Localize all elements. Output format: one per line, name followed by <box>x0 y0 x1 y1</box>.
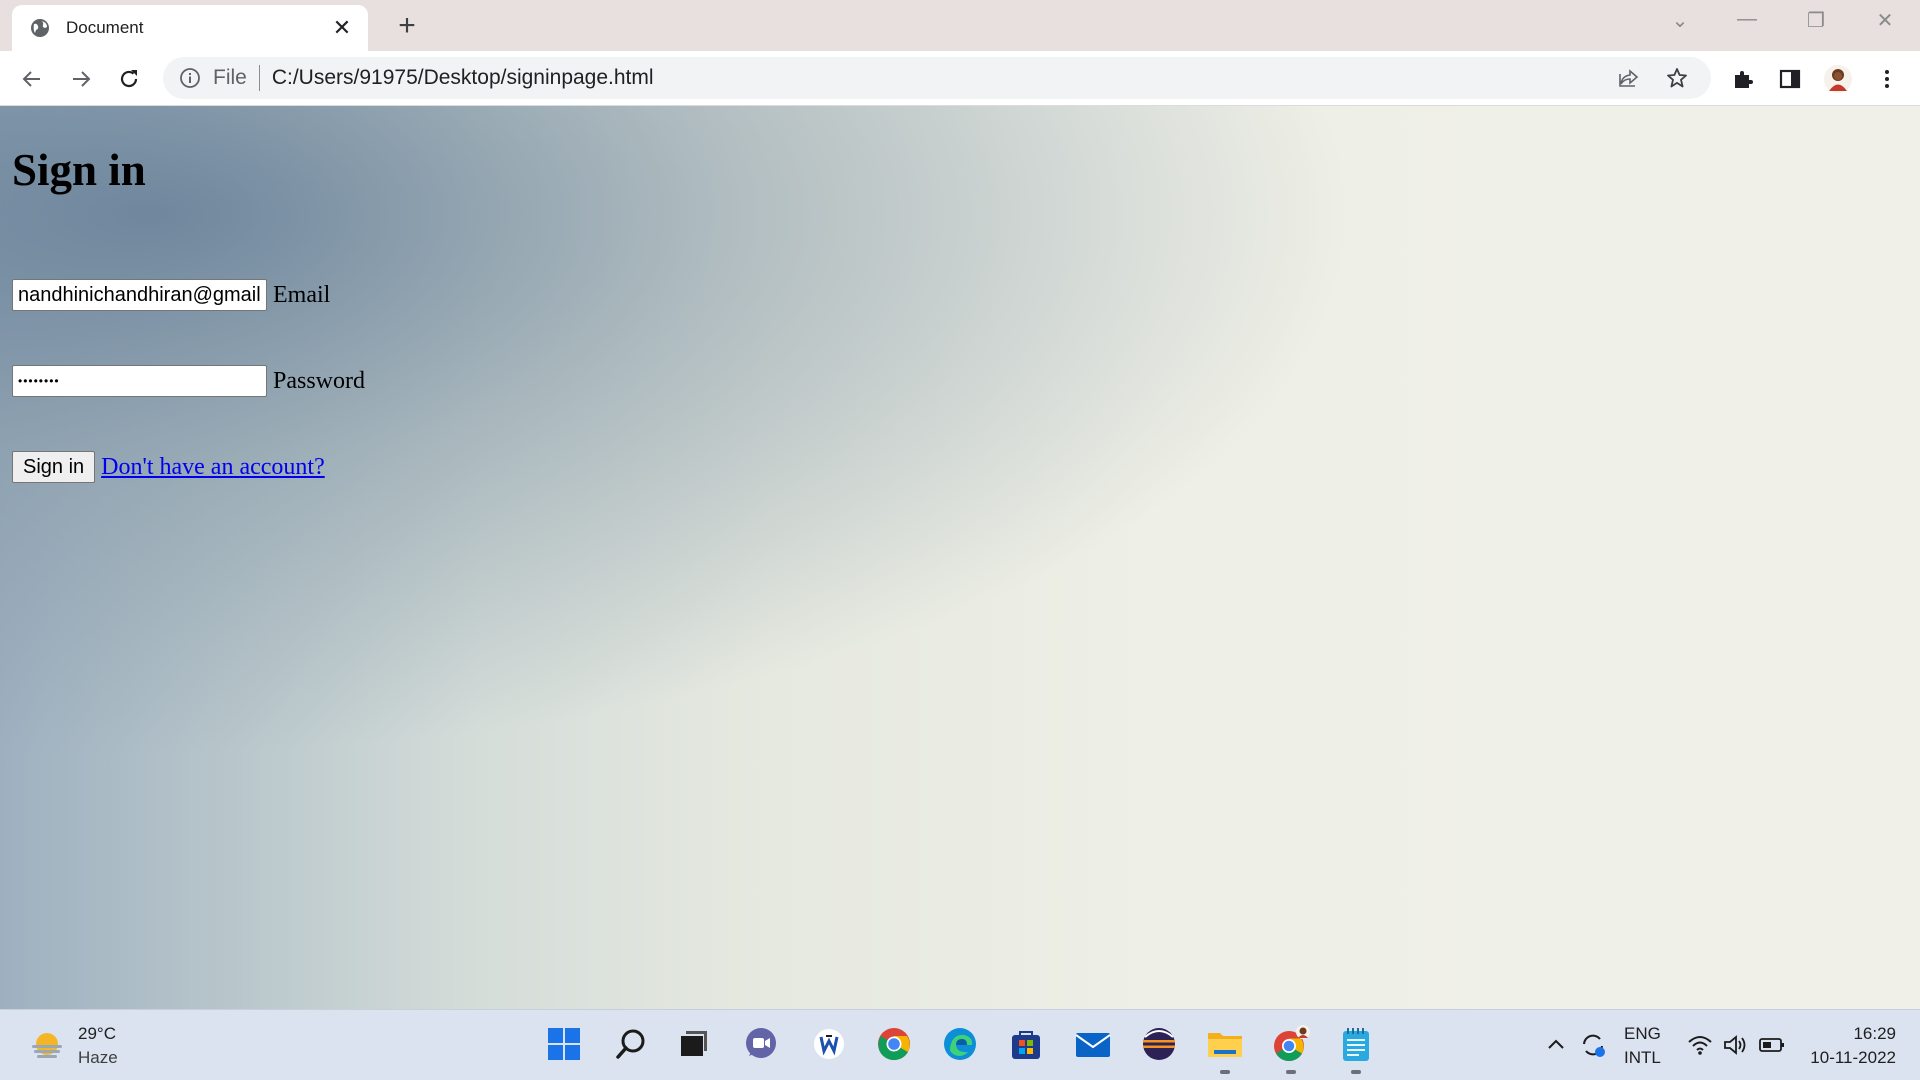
password-field[interactable]: •••••••• <box>12 365 267 397</box>
edge-icon <box>944 1028 976 1060</box>
side-panel-button[interactable] <box>1774 63 1806 95</box>
actions-row: Sign in Don't have an account? <box>12 451 325 483</box>
browser-menu-button[interactable] <box>1871 63 1903 95</box>
extensions-icon <box>1735 71 1753 88</box>
eclipse-button[interactable] <box>1139 1024 1179 1064</box>
keyboard-layout: INTL <box>1624 1048 1661 1067</box>
tab-search-button[interactable]: ⌄ <box>1660 8 1700 33</box>
reload-icon <box>120 70 138 88</box>
clock-time: 16:29 <box>1853 1024 1896 1043</box>
input-language-indicator[interactable]: ENG INTL <box>1624 1022 1661 1070</box>
share-button[interactable] <box>1615 64 1643 92</box>
lang-code: ENG <box>1624 1024 1661 1043</box>
tab-strip: Document ✕ + ⌄ — ❐ ✕ <box>0 0 1920 51</box>
star-icon <box>1667 68 1687 88</box>
profile-avatar <box>1824 65 1852 93</box>
bookmark-button[interactable] <box>1663 64 1691 92</box>
taskbar: 29°C Haze ENG INTL 16:29 10-11-2022 <box>0 1009 1920 1080</box>
url-scheme: File <box>213 66 247 89</box>
sync-tray-button[interactable] <box>1578 1030 1608 1060</box>
store-icon <box>1012 1031 1040 1059</box>
forward-icon <box>73 71 91 87</box>
search-icon <box>616 1029 645 1059</box>
info-icon[interactable] <box>179 67 201 89</box>
browser-toolbar: File C:/Users/91975/Desktop/signinpage.h… <box>0 51 1920 106</box>
globe-icon <box>31 19 49 37</box>
file-explorer-icon <box>1208 1033 1242 1057</box>
store-button[interactable] <box>1006 1024 1046 1064</box>
tab-title: Document <box>66 18 144 37</box>
minimize-button[interactable]: — <box>1727 8 1767 31</box>
sync-icon <box>1583 1034 1605 1057</box>
page-title: Sign in <box>12 145 146 195</box>
weather-condition: Haze <box>78 1048 118 1067</box>
notepad-button[interactable] <box>1336 1024 1376 1064</box>
start-icon <box>548 1028 580 1060</box>
extensions-button[interactable] <box>1727 63 1759 95</box>
edge-button[interactable] <box>940 1024 980 1064</box>
email-row: nandhinichandhiran@gmail Email <box>12 279 330 311</box>
chrome-running-indicator <box>1286 1070 1296 1074</box>
word-button[interactable] <box>809 1024 849 1064</box>
mail-icon <box>1075 1033 1111 1057</box>
weather-text: 29°C Haze <box>78 1022 118 1070</box>
notepad-running-indicator <box>1351 1070 1361 1074</box>
menu-icon <box>1885 70 1889 88</box>
close-window-button[interactable]: ✕ <box>1865 8 1905 33</box>
file-explorer-running-indicator <box>1220 1070 1230 1074</box>
url-text[interactable]: C:/Users/91975/Desktop/signinpage.html <box>272 66 1615 90</box>
mail-button[interactable] <box>1073 1024 1113 1064</box>
sidepanel-icon <box>1779 69 1801 89</box>
browser-tab[interactable]: Document ✕ <box>12 5 368 51</box>
volume-icon <box>1724 1035 1746 1055</box>
email-label: Email <box>273 281 331 308</box>
teams-chat-icon <box>746 1028 776 1058</box>
clock-date: 10-11-2022 <box>1810 1048 1896 1067</box>
chrome-icon <box>878 1028 910 1061</box>
chrome-profile-icon <box>1274 1025 1310 1062</box>
file-explorer-button[interactable] <box>1205 1024 1245 1064</box>
address-bar[interactable]: File C:/Users/91975/Desktop/signinpage.h… <box>163 57 1711 99</box>
eclipse-icon <box>1143 1028 1175 1060</box>
show-hidden-icons-button[interactable] <box>1541 1030 1571 1060</box>
new-tab-button[interactable]: + <box>392 9 422 43</box>
weather-temp: 29°C <box>78 1024 116 1043</box>
forward-button[interactable] <box>66 64 96 94</box>
chevron-up-icon <box>1548 1039 1564 1049</box>
password-row: •••••••• Password <box>12 365 365 397</box>
task-view-icon <box>681 1031 707 1056</box>
battery-icon <box>1759 1038 1784 1052</box>
sign-in-button[interactable]: Sign in <box>12 451 96 483</box>
notepad-icon <box>1343 1028 1369 1061</box>
page-viewport: Sign in nandhinichandhiran@gmail Email •… <box>0 106 1920 1009</box>
restore-button[interactable]: ❐ <box>1796 8 1836 33</box>
url-separator <box>258 65 260 91</box>
share-icon <box>1619 69 1639 87</box>
email-field[interactable]: nandhinichandhiran@gmail <box>12 279 267 311</box>
wifi-button[interactable] <box>1685 1030 1715 1060</box>
word-icon <box>814 1029 844 1059</box>
start-button[interactable] <box>544 1024 584 1064</box>
task-view-button[interactable] <box>673 1024 713 1064</box>
battery-button[interactable] <box>1757 1030 1787 1060</box>
wifi-icon <box>1688 1036 1712 1055</box>
search-button[interactable] <box>611 1024 651 1064</box>
back-button[interactable] <box>17 64 47 94</box>
profile-button[interactable] <box>1822 63 1854 95</box>
chrome-profile-button[interactable] <box>1271 1024 1311 1064</box>
signup-link[interactable]: Don't have an account? <box>101 454 325 481</box>
back-icon <box>22 71 40 87</box>
password-label: Password <box>273 367 366 394</box>
weather-widget[interactable]: 29°C Haze <box>28 1022 118 1070</box>
reload-button[interactable] <box>114 64 144 94</box>
clock[interactable]: 16:29 10-11-2022 <box>1800 1022 1896 1070</box>
weather-haze-icon <box>32 1033 62 1058</box>
chrome-button[interactable] <box>874 1024 914 1064</box>
teams-chat-button[interactable] <box>741 1024 781 1064</box>
tab-close-button[interactable]: ✕ <box>330 15 354 41</box>
volume-button[interactable] <box>1721 1030 1751 1060</box>
